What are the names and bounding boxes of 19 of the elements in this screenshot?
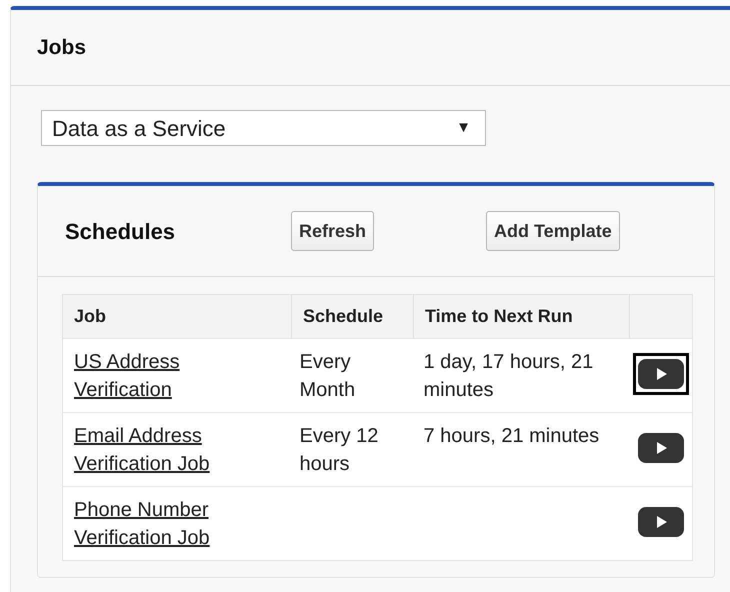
run-button[interactable] <box>632 353 689 395</box>
job-link[interactable]: Email Address Verification Job <box>74 422 280 478</box>
section-title: Schedules <box>65 218 176 246</box>
toolbar-button[interactable]: Refresh <box>291 211 374 251</box>
column-header: Job <box>74 306 106 326</box>
column-header: Schedule <box>303 306 384 326</box>
panel-title: Jobs <box>37 34 86 61</box>
play-icon <box>638 433 684 463</box>
time-text: 7 hours, 21 minutes <box>424 424 600 449</box>
play-icon <box>638 359 684 389</box>
job-link[interactable]: Phone Number Verification Job <box>74 496 280 552</box>
job-link[interactable]: US Address Verification <box>74 348 280 404</box>
dropdown[interactable]: Data as a Service ▼ <box>41 110 486 146</box>
play-icon <box>638 507 684 537</box>
schedule-text: Every 12 hours <box>300 424 380 477</box>
schedule-text: Every Month <box>300 350 356 403</box>
toolbar-button[interactable]: Add Template <box>486 211 620 251</box>
column-header: Time to Next Run <box>425 306 573 326</box>
time-text: 1 day, 17 hours, 21 minutes <box>424 350 594 403</box>
